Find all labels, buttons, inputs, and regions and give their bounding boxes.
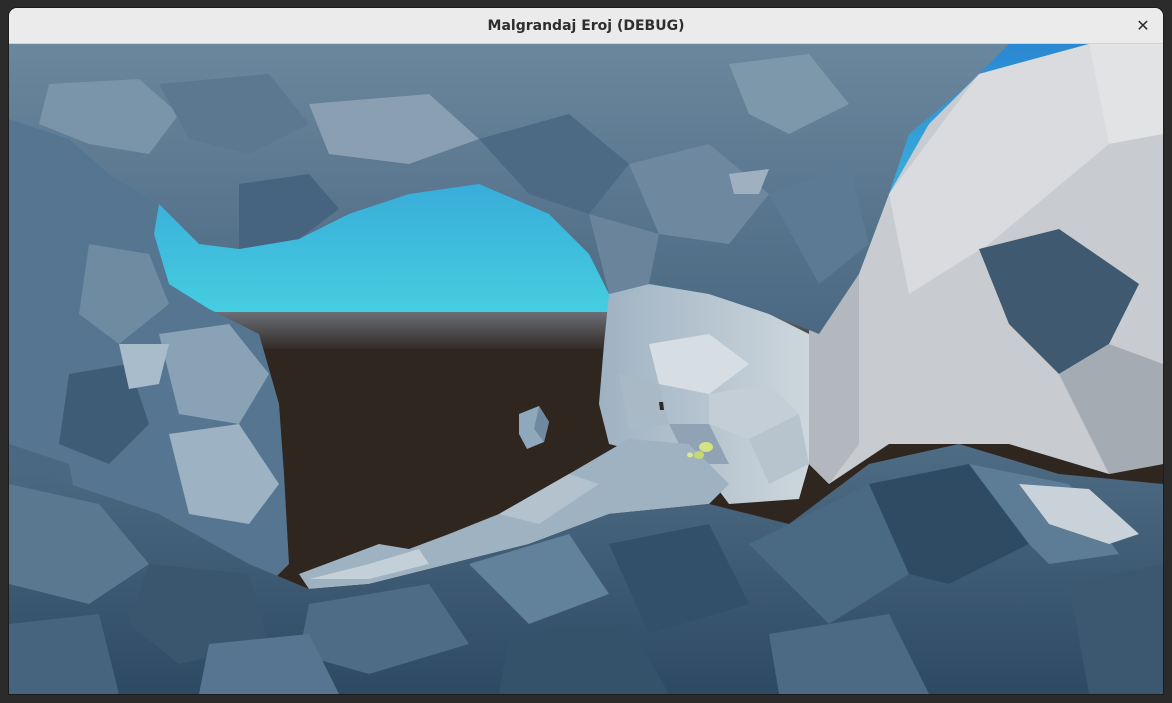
- game-viewport[interactable]: [9, 44, 1163, 694]
- cave-scene: [9, 44, 1163, 694]
- window-title: Malgrandaj Eroj (DEBUG): [487, 18, 685, 34]
- close-icon[interactable]: ✕: [1131, 14, 1155, 38]
- title-bar[interactable]: Malgrandaj Eroj (DEBUG) ✕: [9, 8, 1163, 44]
- game-window: Malgrandaj Eroj (DEBUG) ✕: [9, 8, 1163, 694]
